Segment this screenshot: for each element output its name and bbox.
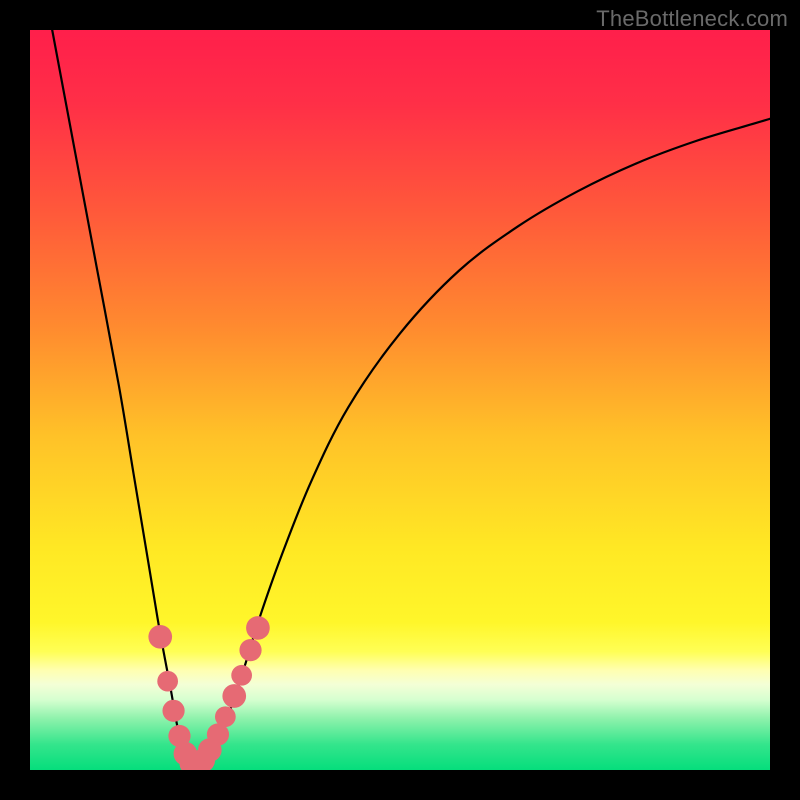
- marker-dot: [239, 639, 261, 661]
- plot-area: [30, 30, 770, 770]
- marker-dot: [157, 671, 178, 692]
- bottleneck-curve: [52, 30, 770, 764]
- marker-dot: [222, 684, 246, 708]
- curve-layer: [30, 30, 770, 770]
- marker-dot: [162, 700, 184, 722]
- watermark-text: TheBottleneck.com: [596, 6, 788, 32]
- marker-dot: [148, 625, 172, 649]
- marker-dot: [246, 616, 270, 640]
- marker-dot: [231, 665, 252, 686]
- marker-dot: [215, 706, 236, 727]
- chart-frame: TheBottleneck.com: [0, 0, 800, 800]
- marker-group: [148, 616, 269, 770]
